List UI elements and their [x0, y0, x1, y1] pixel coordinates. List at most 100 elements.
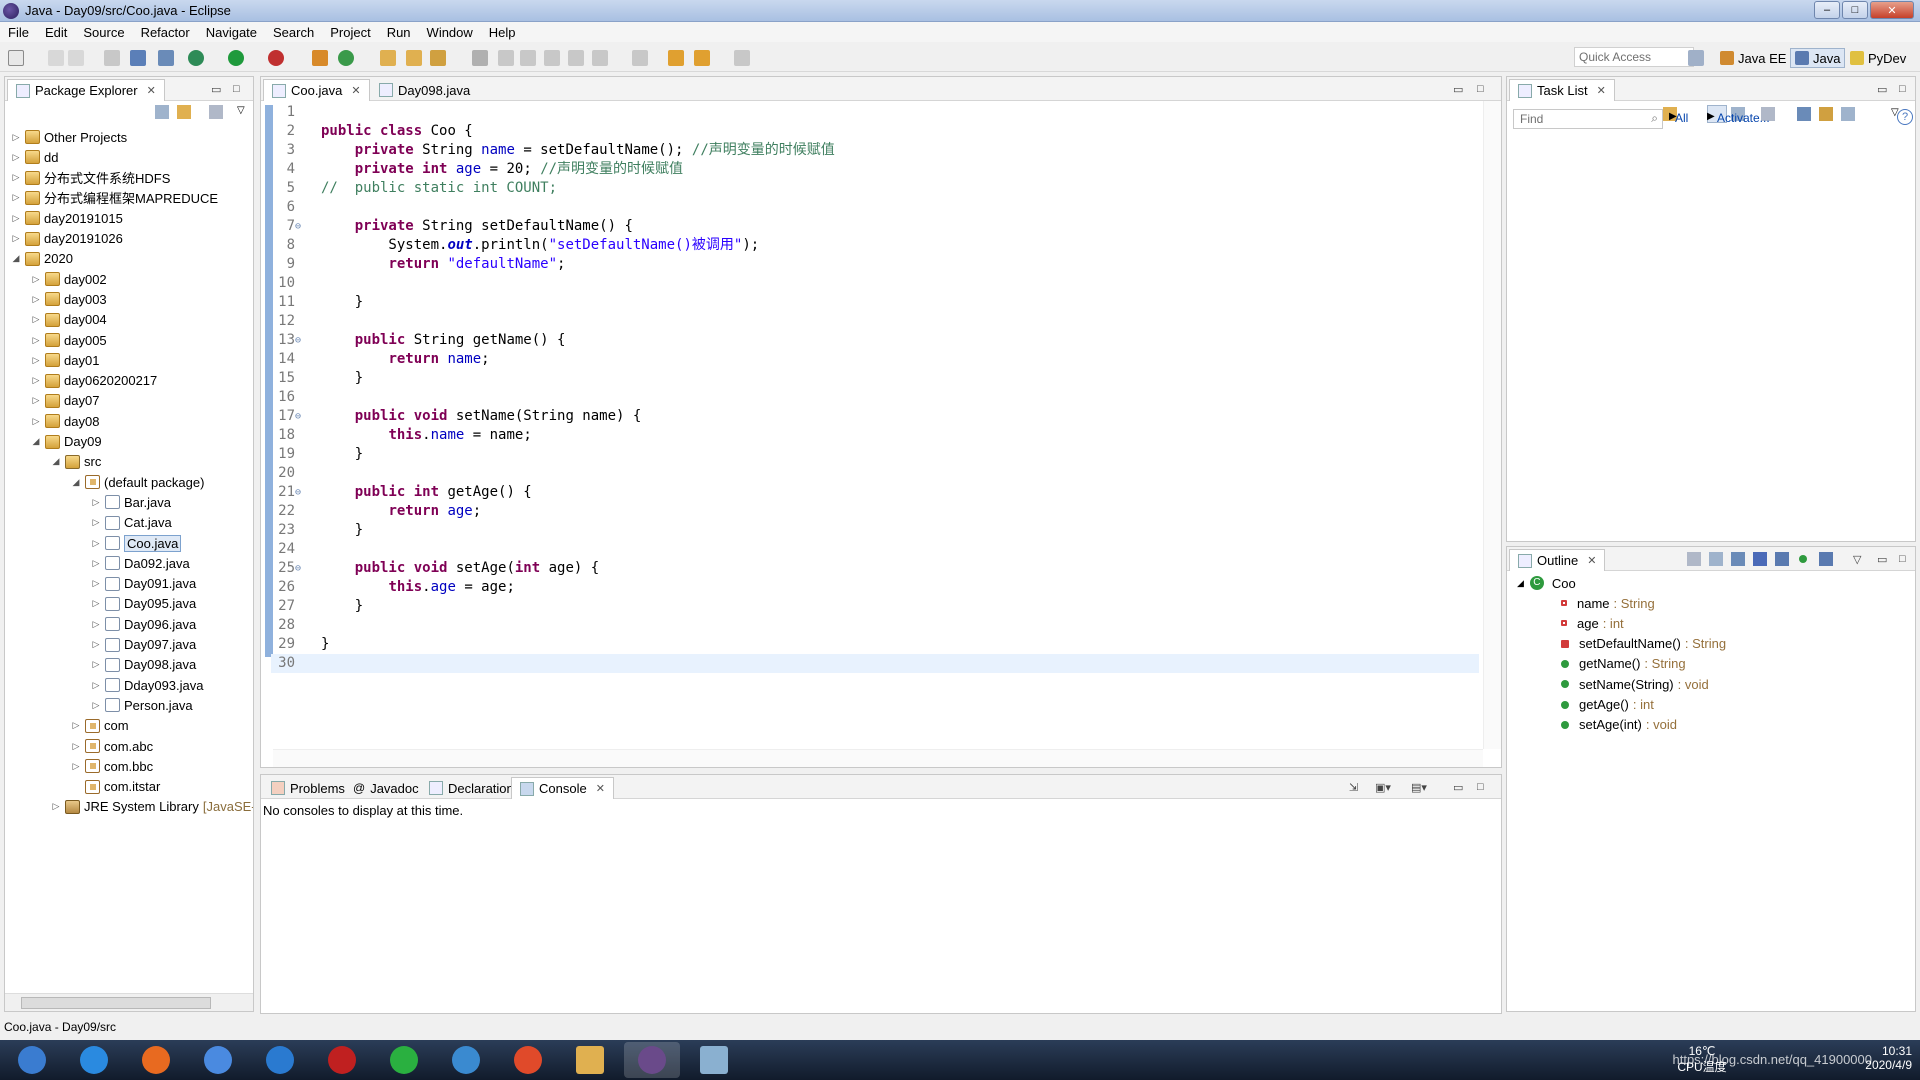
expand-icon[interactable]: ◢	[1517, 578, 1524, 589]
expand-icon[interactable]: ▷	[31, 355, 41, 366]
expand-icon[interactable]: ▷	[51, 801, 61, 812]
expand-icon[interactable]: ▷	[11, 132, 21, 143]
tree-item[interactable]: ▷ Day098.java	[91, 655, 197, 675]
open-console-icon[interactable]: ▤▾	[1411, 781, 1427, 794]
code-line[interactable]: 7 ⊖ private String setDefaultName() {	[271, 217, 1479, 236]
annotation-icon[interactable]	[472, 50, 488, 66]
menu-edit[interactable]: Edit	[37, 25, 75, 40]
open-type-icon[interactable]	[380, 50, 396, 66]
maximize-icon[interactable]: □	[1477, 83, 1484, 95]
focus-icon[interactable]	[209, 105, 223, 119]
close-icon[interactable]: ✕	[1597, 84, 1606, 97]
code-line[interactable]: 25 ⊖ public void setAge(int age) {	[271, 559, 1479, 578]
hide-fields-icon[interactable]	[1753, 552, 1767, 566]
expand-icon[interactable]: ▷	[91, 619, 101, 630]
expand-icon[interactable]: ▷	[91, 659, 101, 670]
menu-search[interactable]: Search	[265, 25, 322, 40]
expand-icon[interactable]: ▷	[11, 152, 21, 163]
taskbar-photos[interactable]	[190, 1042, 246, 1078]
menu-source[interactable]: Source	[75, 25, 132, 40]
expand-icon[interactable]: ▷	[31, 375, 41, 386]
expand-icon[interactable]: ▷	[91, 639, 101, 650]
skip-breakpoints-icon[interactable]	[158, 50, 174, 66]
code-line[interactable]: 2 public class Coo {	[271, 122, 1479, 141]
code-line[interactable]: 5 // public static int COUNT;	[271, 179, 1479, 198]
search-icon[interactable]	[430, 50, 446, 66]
expand-icon[interactable]: ▷	[91, 680, 101, 691]
tree-item[interactable]: ▷ day005	[31, 330, 107, 350]
editor-horizontal-scrollbar[interactable]	[273, 749, 1483, 767]
hide-static-icon[interactable]	[1775, 552, 1789, 566]
code-line[interactable]: 27 }	[271, 597, 1479, 616]
tree-item[interactable]: ▷ com	[71, 716, 129, 736]
taskbar-cloud[interactable]	[252, 1042, 308, 1078]
tree-item[interactable]: ◢ 2020	[11, 249, 73, 269]
taskbar-start[interactable]	[4, 1042, 60, 1078]
tab-javadoc[interactable]: @ Javadoc	[345, 777, 427, 799]
menu-navigate[interactable]: Navigate	[198, 25, 265, 40]
expand-icon[interactable]: ▷	[91, 538, 101, 549]
tree-item[interactable]: ▷ Da092.java	[91, 553, 190, 573]
collapse-icon[interactable]: ◢	[31, 436, 41, 447]
tree-item[interactable]: ▷ day07	[31, 391, 100, 411]
code-line[interactable]: 23 }	[271, 521, 1479, 540]
quick-access-input[interactable]: Quick Access	[1574, 47, 1694, 67]
maximize-icon[interactable]: □	[1899, 83, 1906, 95]
tree-item[interactable]: ▷ 分布式文件系统HDFS	[11, 168, 170, 188]
expand-icon[interactable]: ▷	[71, 720, 81, 731]
expand-icon[interactable]: ▷	[71, 741, 81, 752]
close-icon[interactable]: ✕	[1587, 554, 1596, 567]
save-icon[interactable]	[48, 50, 64, 66]
code-line[interactable]: 12	[271, 312, 1479, 331]
collapse-icon[interactable]: ◢	[51, 456, 61, 467]
help-icon[interactable]: ?	[1897, 109, 1913, 125]
tree-item[interactable]: ▷ day002	[31, 269, 107, 289]
tree-item[interactable]: ▷ Coo.java	[91, 533, 182, 553]
link-editor-icon[interactable]	[177, 105, 191, 119]
tree-item[interactable]: ▷ Day095.java	[91, 594, 197, 614]
open-task-icon[interactable]	[406, 50, 422, 66]
expand-icon[interactable]: ▷	[31, 274, 41, 285]
expand-icon[interactable]: ▷	[91, 517, 101, 528]
fold-icon[interactable]: ⊖	[295, 559, 301, 578]
code-line[interactable]: 4 private int age = 20; //声明变量的时候赋值	[271, 160, 1479, 179]
mark-occurrences-icon[interactable]	[498, 50, 514, 66]
maximize-icon[interactable]: □	[1899, 553, 1906, 565]
view-menu-icon[interactable]: ▽	[1853, 553, 1861, 566]
menu-help[interactable]: Help	[481, 25, 524, 40]
expand-icon[interactable]: ▷	[31, 395, 41, 406]
minimize-icon[interactable]: ▭	[1453, 781, 1463, 794]
expand-icon[interactable]: ▷	[11, 172, 21, 183]
code-editor[interactable]: 1 2 public class Coo {3 private String nam…	[261, 101, 1501, 767]
taskbar-window[interactable]	[686, 1042, 742, 1078]
tab-outline[interactable]: Outline ✕	[1509, 549, 1606, 571]
horizontal-scrollbar[interactable]	[5, 993, 253, 1011]
tree-item[interactable]: ◢ (default package)	[71, 472, 205, 492]
code-line[interactable]: 1	[271, 103, 1479, 122]
view-menu-icon[interactable]: ▽	[237, 105, 245, 116]
minimize-button[interactable]: ‒	[1814, 1, 1840, 19]
expand-icon[interactable]: ▷	[91, 497, 101, 508]
minimize-icon[interactable]: ▭	[211, 83, 221, 96]
expand-icon[interactable]: ▷	[31, 335, 41, 346]
tree-item[interactable]: ▷ 分布式编程框架MAPREDUCE	[11, 188, 218, 208]
menu-refactor[interactable]: Refactor	[133, 25, 198, 40]
pin-console-icon[interactable]: ⇲	[1349, 781, 1358, 794]
tree-item[interactable]: ▷ Day096.java	[91, 614, 197, 634]
code-line[interactable]: 28	[271, 616, 1479, 635]
collapse-icon[interactable]	[1819, 107, 1833, 121]
tree-item[interactable]: ◢ Day09	[31, 432, 102, 452]
outline-member[interactable]: age: int	[1561, 613, 1624, 633]
close-icon[interactable]: ✕	[147, 84, 156, 97]
code-line[interactable]: 6	[271, 198, 1479, 217]
tree-item[interactable]: ▷ day20191015	[11, 208, 123, 228]
menu-window[interactable]: Window	[419, 25, 481, 40]
hide-nonpublic-icon[interactable]	[1799, 555, 1807, 563]
code-line[interactable]: 30	[271, 654, 1479, 673]
outline-member[interactable]: name: String	[1561, 593, 1655, 613]
code-line[interactable]: 26 this.age = age;	[271, 578, 1479, 597]
code-line[interactable]: 14 return name;	[271, 350, 1479, 369]
taskbar-youdao[interactable]	[314, 1042, 370, 1078]
tree-item[interactable]: ▷ JRE System Library[JavaSE-1	[51, 797, 253, 817]
taskbar-transfer[interactable]	[376, 1042, 432, 1078]
